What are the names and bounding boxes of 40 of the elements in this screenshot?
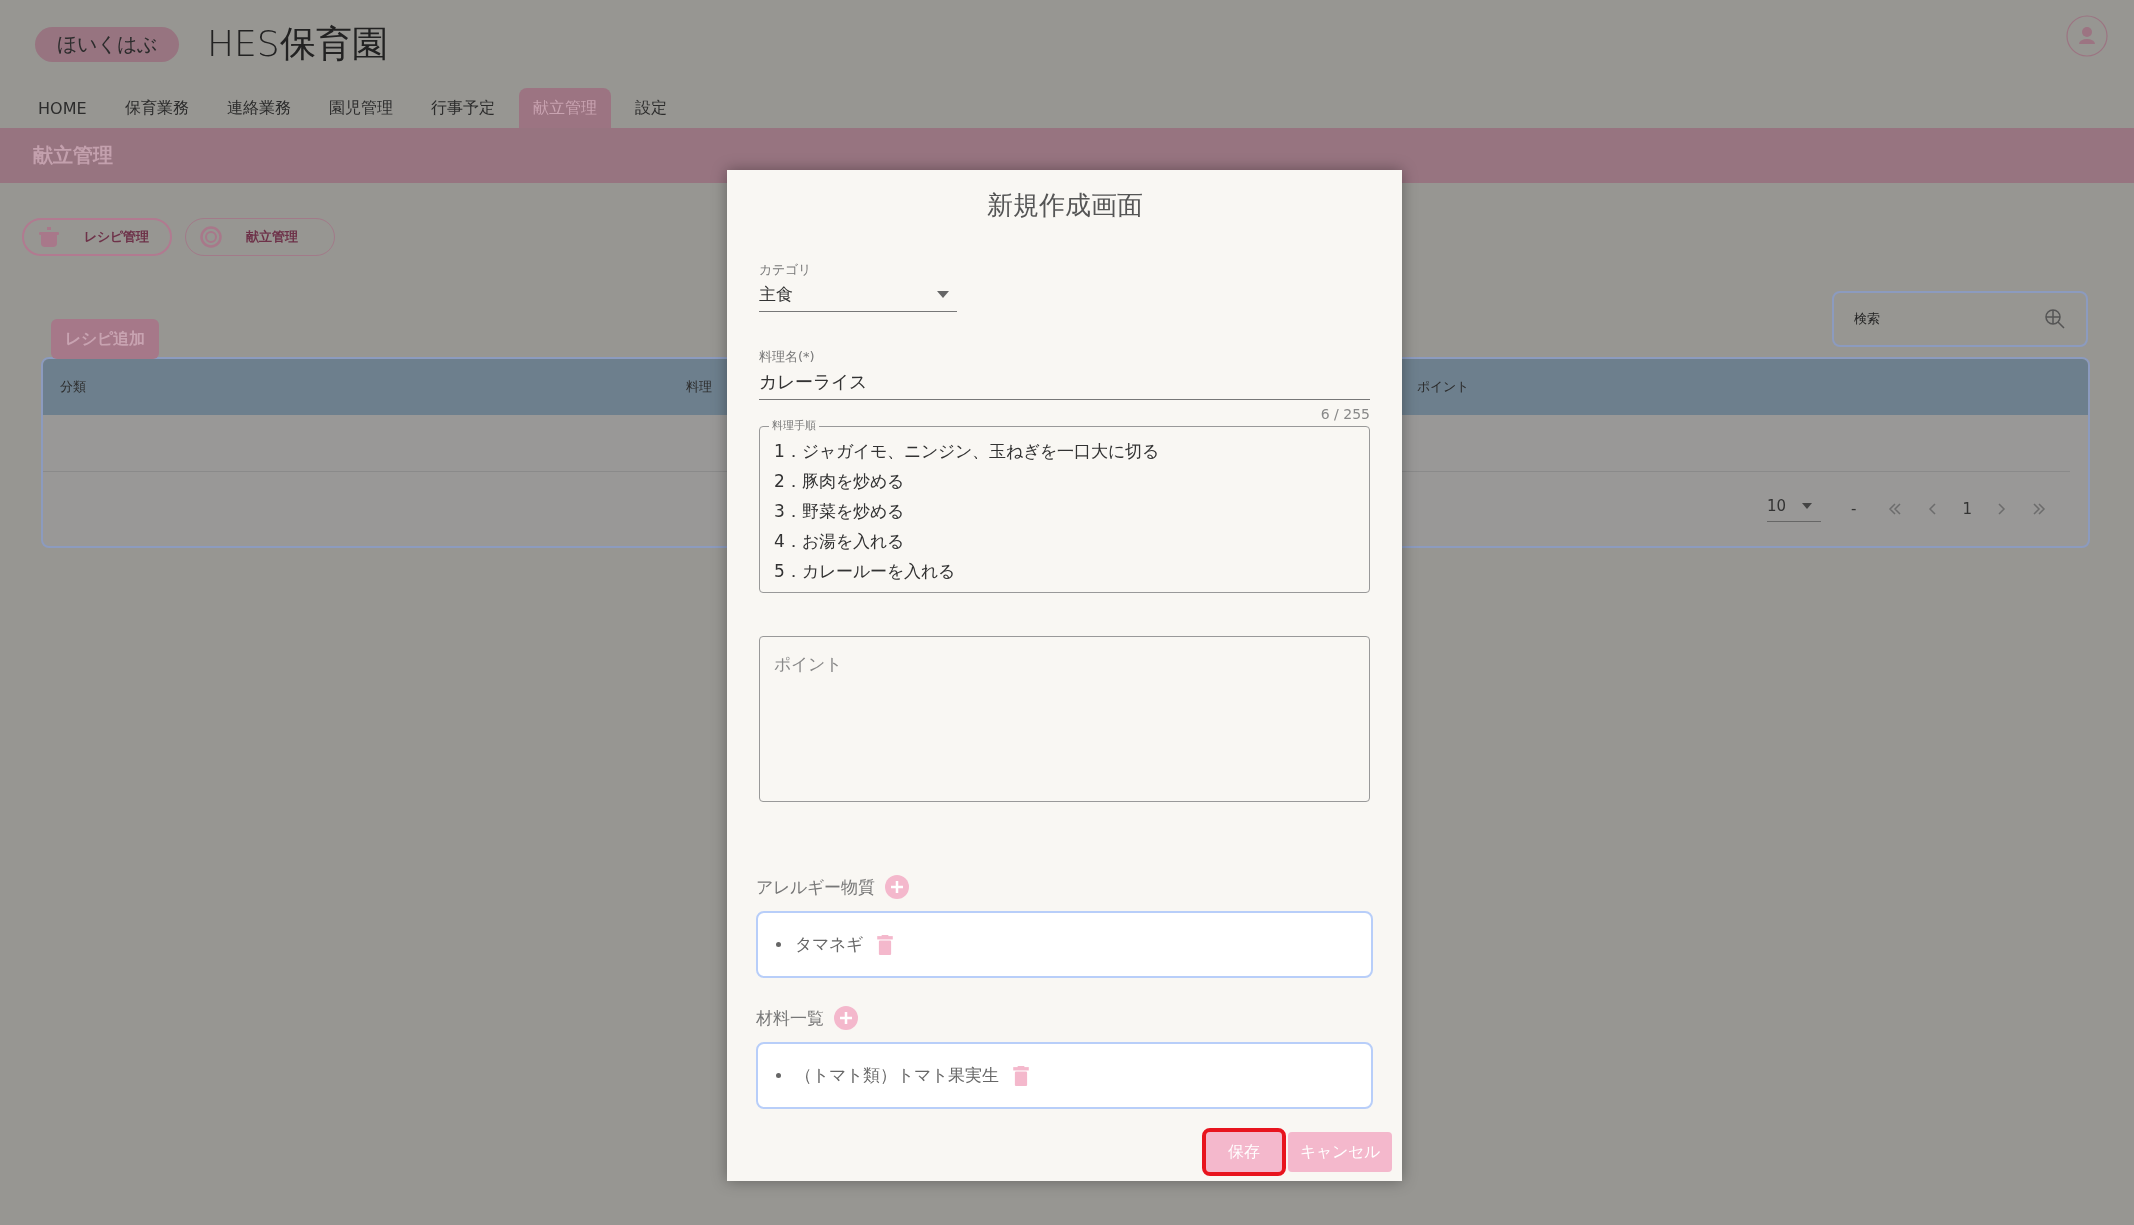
nav-tab[interactable]: 連絡業務 [212,88,305,128]
nav-tab[interactable]: 行事予定 [416,88,509,128]
char-counter: 6 / 255 [1319,406,1370,422]
rows-per-page-select[interactable]: 10 [1767,496,1822,522]
field-label: カテゴリ [759,261,812,279]
nav-tab[interactable]: 保育業務 [110,88,203,128]
plate-icon [200,226,222,248]
column-header: 分類 [60,378,86,396]
dropdown-arrow-icon[interactable] [1802,502,1813,509]
trash-icon[interactable] [1013,1065,1029,1086]
user-icon[interactable] [2066,15,2108,57]
app-title: HES保育園 [207,21,388,66]
list-item: タマネギ [795,933,863,956]
field-label: 料理手順 [769,419,819,432]
section-label: 材料一覧 [756,1006,824,1030]
section-label: アレルギー物質 [756,875,875,899]
nav-tab[interactable]: HOME [24,88,101,128]
search-icon[interactable] [2044,308,2066,330]
bullet-icon [776,942,781,947]
pot-icon [38,226,60,248]
point-field[interactable]: ポイント [759,636,1370,802]
page-range: - [1851,500,1857,518]
name-field[interactable]: カレーライス [759,366,1370,400]
add-icon[interactable] [834,1006,858,1030]
bullet-icon [776,1073,781,1078]
search-field[interactable]: 検索 [1832,291,2088,347]
column-header: 料理 [686,378,712,396]
page-number: 1 [1962,500,1972,518]
nav-tab[interactable]: 園児管理 [314,88,407,128]
dialog-title: 新規作成画面 [985,189,1144,222]
trash-icon[interactable] [877,934,893,955]
dropdown-arrow-icon[interactable] [937,290,949,299]
add-icon[interactable] [885,875,909,899]
list-item: （トマト類）トマト果実生 [795,1064,999,1087]
field-label: 料理名(*) [759,348,816,366]
column-header: ポイント [1417,378,1469,396]
mode-button[interactable]: レシピ管理 [22,218,172,256]
logo: ほいくはぶ [35,26,179,62]
nav-tab[interactable]: 設定 [620,88,681,128]
category-select[interactable]: 主食 [759,279,957,312]
